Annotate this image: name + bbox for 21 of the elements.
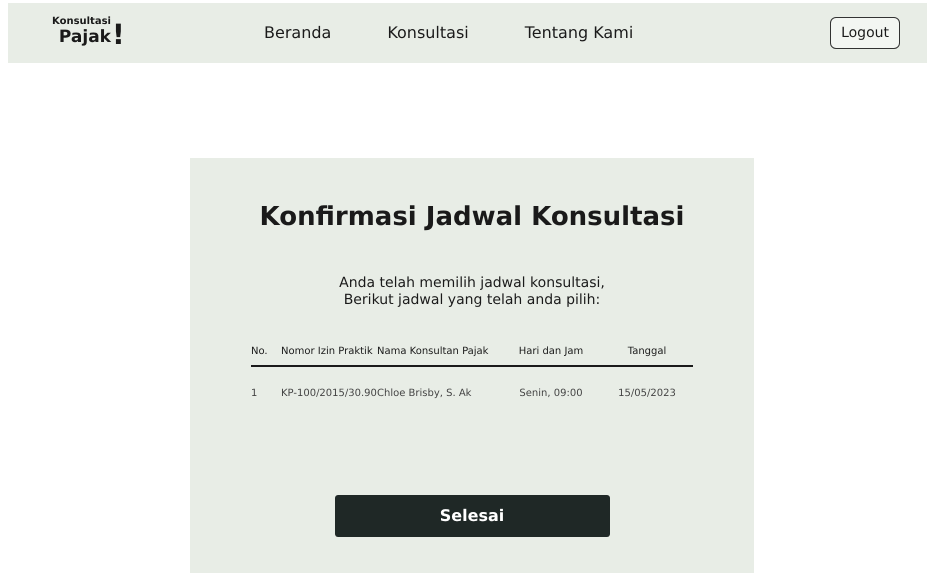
nav-link[interactable]: Konsultasi xyxy=(387,21,469,45)
table-cell: KP-100/2015/30.90 xyxy=(281,388,377,399)
logout-button[interactable]: Logout xyxy=(830,17,900,49)
column-header: No. xyxy=(251,346,268,357)
table-cell: 1 xyxy=(251,388,258,399)
nav-link[interactable]: Tentang Kami xyxy=(524,21,634,45)
logo-bottom-text: Pajak xyxy=(58,27,111,49)
intro-text: Anda telah memilih jadwal konsultasi, xyxy=(339,275,605,292)
column-header: Tanggal xyxy=(628,346,666,357)
logo-top-text: Konsultasi xyxy=(52,17,111,28)
table-cell: Senin, 09:00 xyxy=(519,388,583,399)
logo-exclamation: ! xyxy=(112,20,125,49)
table-cell: Chloe Brisby, S. Ak xyxy=(377,388,472,399)
finish-button[interactable]: Selesai xyxy=(334,495,610,537)
table-cell: 15/05/2023 xyxy=(618,388,676,399)
column-header: Nama Konsultan Pajak xyxy=(377,346,488,357)
page-title: Konfirmasi Jadwal Konsultasi xyxy=(260,201,684,234)
nav-link[interactable]: Beranda xyxy=(264,21,332,45)
column-header: Hari dan Jam xyxy=(518,346,584,357)
column-header: Nomor Izin Praktik xyxy=(281,346,373,357)
intro-text: Berikut jadwal yang telah anda pilih: xyxy=(344,292,600,309)
